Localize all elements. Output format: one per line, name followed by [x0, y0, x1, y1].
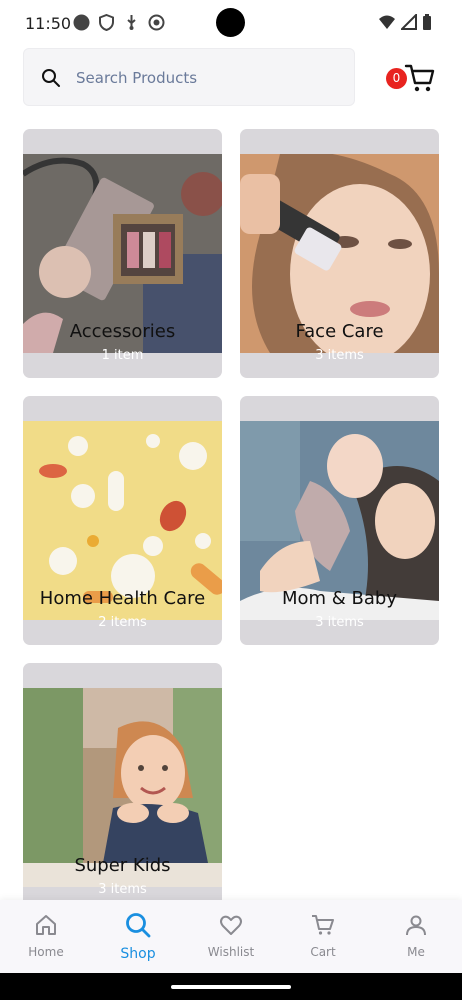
system-icons [378, 14, 432, 30]
search-icon [42, 69, 60, 87]
nav-wishlist[interactable]: Wishlist [185, 900, 277, 973]
category-card-face-care[interactable]: Face Care 3 items [240, 129, 439, 378]
camera-cutout [216, 8, 245, 37]
category-name: Face Care [295, 321, 384, 342]
category-name: Mom & Baby [281, 588, 397, 609]
cart-button[interactable]: 0 [386, 62, 438, 96]
category-count: 3 items [315, 348, 364, 363]
battery-icon [423, 14, 431, 30]
category-count: 3 items [315, 615, 364, 630]
nav-label: Wishlist [207, 945, 255, 959]
notification-icons [73, 13, 165, 32]
nav-label: Cart [310, 945, 336, 959]
nav-shop[interactable]: Shop [92, 900, 184, 973]
category-count: 1 item [101, 348, 144, 363]
category-count: 3 items [98, 882, 147, 897]
status-bar: 11:50 [0, 0, 462, 46]
usb-icon [123, 14, 140, 31]
search-input[interactable] [76, 61, 336, 95]
user-icon [406, 915, 426, 936]
nav-label: Me [407, 945, 425, 959]
category-count: 2 items [98, 615, 147, 630]
bottom-navigation: Home Shop Wishlist Cart Me [0, 900, 462, 973]
signal-icon [401, 14, 417, 30]
home-gesture-handle[interactable] [171, 985, 291, 989]
nav-cart[interactable]: Cart [277, 900, 369, 973]
wifi-icon [379, 15, 395, 29]
heart-icon [220, 915, 242, 935]
cart-icon [404, 64, 435, 92]
category-card-home-health-care[interactable]: Home Health Care 2 items [23, 396, 222, 645]
app-icon [148, 14, 165, 31]
search-icon [126, 913, 151, 938]
shield-icon [98, 13, 115, 32]
category-name: Super Kids [74, 855, 171, 876]
nav-label: Home [28, 945, 64, 959]
category-card-super-kids[interactable]: Super Kids 3 items [23, 663, 222, 912]
nav-me[interactable]: Me [370, 900, 462, 973]
category-name: Accessories [69, 321, 176, 342]
nav-home[interactable]: Home [0, 900, 92, 973]
category-card-accessories[interactable]: Accessories 1 item [23, 129, 222, 378]
nav-label: Shop [120, 946, 156, 962]
home-icon [36, 915, 56, 935]
cart-icon [312, 915, 334, 935]
search-bar[interactable] [23, 48, 355, 106]
status-time: 11:50 [25, 14, 72, 33]
category-card-mom-baby[interactable]: Mom & Baby 3 items [240, 396, 439, 645]
category-name: Home Health Care [39, 588, 206, 609]
record-icon [73, 14, 90, 31]
